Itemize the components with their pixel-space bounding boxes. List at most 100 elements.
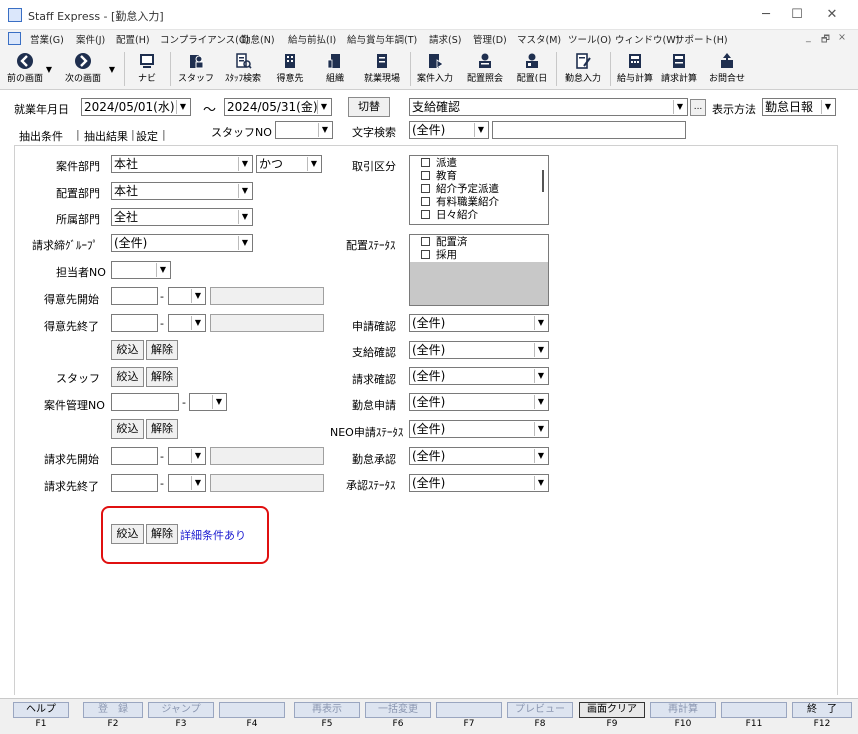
preview-button[interactable]: プレビュー	[507, 702, 573, 718]
client-button[interactable]: 得意先	[270, 50, 310, 88]
job-narrow-button[interactable]: 絞込	[111, 419, 144, 439]
placement-dept-select[interactable]: 本社 ▼	[111, 182, 253, 200]
detail-narrow-button[interactable]: 絞込	[111, 524, 144, 544]
staff-button[interactable]: スタッフ	[176, 50, 216, 88]
client-end-code[interactable]	[111, 314, 158, 332]
scrollbar-thumb[interactable]	[542, 170, 544, 192]
mode-select[interactable]: 支給確認 ▼	[409, 98, 688, 116]
list-item[interactable]: 日々紹介	[410, 209, 478, 221]
f4-button[interactable]	[219, 702, 285, 718]
switch-button[interactable]: 切替	[348, 97, 390, 117]
register-button[interactable]: 登 録	[83, 702, 143, 718]
bulk-change-button[interactable]: 一括変更	[365, 702, 431, 718]
menu-admin[interactable]: 管理(D)	[473, 32, 507, 46]
job-mgmt-input[interactable]	[111, 393, 179, 411]
display-method-select[interactable]: 勤怠日報 ▼	[762, 98, 836, 116]
mdi-minimize-icon[interactable]: _	[806, 32, 811, 43]
placement-status-listbox[interactable]: 配置済 採用	[409, 234, 549, 306]
menu-support[interactable]: サポート(H)	[675, 32, 728, 46]
bill-start-code[interactable]	[111, 447, 158, 465]
site-button[interactable]: 就業現場	[358, 50, 406, 88]
recalculate-button[interactable]: 再計算	[650, 702, 716, 718]
menu-window[interactable]: ウィンドウ(W)	[615, 32, 679, 46]
own-dept-select[interactable]: 全社 ▼	[111, 208, 253, 226]
list-item[interactable]: 教育	[410, 170, 457, 182]
tab-result[interactable]: 抽出結果	[84, 128, 128, 144]
detail-conditions-link[interactable]: 詳細条件あり	[180, 527, 246, 543]
menu-billing[interactable]: 請求(S)	[429, 32, 461, 46]
apply-check-select[interactable]: (全件) ▼	[409, 314, 549, 332]
bill-end-code[interactable]	[111, 474, 158, 492]
menu-sales[interactable]: 営業(G)	[30, 32, 64, 46]
billing-calc-button[interactable]: 請求計算	[656, 50, 702, 88]
list-item[interactable]: 配置済	[410, 236, 468, 248]
exit-button[interactable]: 終 了	[792, 702, 852, 718]
list-item[interactable]: 採用	[410, 249, 457, 261]
ellipsis-button[interactable]: ...	[690, 99, 706, 116]
org-button[interactable]: 組織	[318, 50, 352, 88]
bill-end-branch-select[interactable]: ▼	[168, 474, 206, 492]
attendance-input-button[interactable]: 勤怠入力	[560, 50, 606, 88]
navi-button[interactable]: ナビ	[130, 50, 164, 88]
job-mgmt-branch-select[interactable]: ▼	[189, 393, 227, 411]
list-item[interactable]: 紹介予定派遣	[410, 183, 499, 195]
list-item[interactable]: 有料職業紹介	[410, 196, 499, 208]
bill-start-branch-select[interactable]: ▼	[168, 447, 206, 465]
refresh-button[interactable]: 再表示	[294, 702, 360, 718]
menu-payroll[interactable]: 給与賞与年調(T)	[347, 32, 417, 46]
billing-check-select[interactable]: (全件) ▼	[409, 367, 549, 385]
client-end-branch-select[interactable]: ▼	[168, 314, 206, 332]
billing-group-select[interactable]: (全件) ▼	[111, 234, 253, 252]
date-to-select[interactable]: 2024/05/31(金) ▼	[224, 98, 332, 116]
mdi-close-icon[interactable]: ×	[838, 32, 846, 43]
jump-button[interactable]: ジャンプ	[148, 702, 214, 718]
next-screen-button[interactable]: 次の画面	[58, 50, 108, 88]
menu-compliance[interactable]: コンプライアンス(C)	[160, 32, 249, 46]
menu-attendance[interactable]: 勤怠(N)	[241, 32, 275, 46]
prev-dropdown-icon[interactable]: ▼	[43, 62, 55, 100]
pay-check-select[interactable]: (全件) ▼	[409, 341, 549, 359]
contact-button[interactable]: お問合せ	[704, 50, 750, 88]
tab-extract[interactable]: 抽出条件	[19, 128, 63, 144]
minimize-icon[interactable]: ─	[756, 6, 776, 24]
conjunction-select[interactable]: かつ ▼	[256, 155, 322, 173]
detail-clear-button[interactable]: 解除	[146, 524, 178, 544]
menu-tools[interactable]: ツール(O)	[568, 32, 611, 46]
tab-settings[interactable]: 設定	[136, 128, 158, 144]
next-dropdown-icon[interactable]: ▼	[106, 62, 118, 100]
date-from-select[interactable]: 2024/05/01(水) ▼	[81, 98, 191, 116]
person-no-select[interactable]: ▼	[111, 261, 171, 279]
menu-master[interactable]: マスタ(M)	[517, 32, 561, 46]
menu-placement[interactable]: 配置(H)	[116, 32, 150, 46]
job-clear-button[interactable]: 解除	[146, 419, 178, 439]
maximize-icon[interactable]: ☐	[787, 6, 807, 24]
staff-no-select[interactable]: ▼	[275, 121, 333, 139]
text-search-mode-select[interactable]: (全件) ▼	[409, 121, 489, 139]
job-dept-select[interactable]: 本社 ▼	[111, 155, 253, 173]
attendance-apply-select[interactable]: (全件) ▼	[409, 393, 549, 411]
close-icon[interactable]: ✕	[822, 6, 842, 24]
job-input-button[interactable]: 案件入力	[413, 50, 457, 88]
text-search-input[interactable]	[492, 121, 686, 139]
staff-search-button[interactable]: ｽﾀｯﾌ検索	[220, 50, 266, 88]
mdi-restore-icon[interactable]: 🗗	[821, 32, 830, 48]
f11-button[interactable]	[721, 702, 787, 718]
client-start-branch-select[interactable]: ▼	[168, 287, 206, 305]
staff-narrow-button[interactable]: 絞込	[111, 367, 144, 387]
menu-advance-pay[interactable]: 給与前払(I)	[288, 32, 336, 46]
clear-screen-button[interactable]: 画面クリア	[579, 702, 645, 718]
client-narrow-button[interactable]: 絞込	[111, 340, 144, 360]
staff-clear-button[interactable]: 解除	[146, 367, 178, 387]
approve-status-select[interactable]: (全件) ▼	[409, 474, 549, 492]
prev-screen-button[interactable]: 前の画面	[2, 50, 48, 88]
placement-view-button[interactable]: 配置照会	[462, 50, 508, 88]
list-item[interactable]: 派遣	[410, 157, 457, 169]
client-clear-button[interactable]: 解除	[146, 340, 178, 360]
trade-listbox[interactable]: 派遣 教育 紹介予定派遣 有料職業紹介 日々紹介	[409, 155, 549, 225]
placement-day-button[interactable]: 配置(日	[512, 50, 552, 88]
payroll-calc-button[interactable]: 給与計算	[612, 50, 658, 88]
help-button[interactable]: ヘルプ	[13, 702, 69, 718]
menu-job[interactable]: 案件(J)	[76, 32, 105, 46]
client-start-code[interactable]	[111, 287, 158, 305]
attendance-approve-select[interactable]: (全件) ▼	[409, 447, 549, 465]
